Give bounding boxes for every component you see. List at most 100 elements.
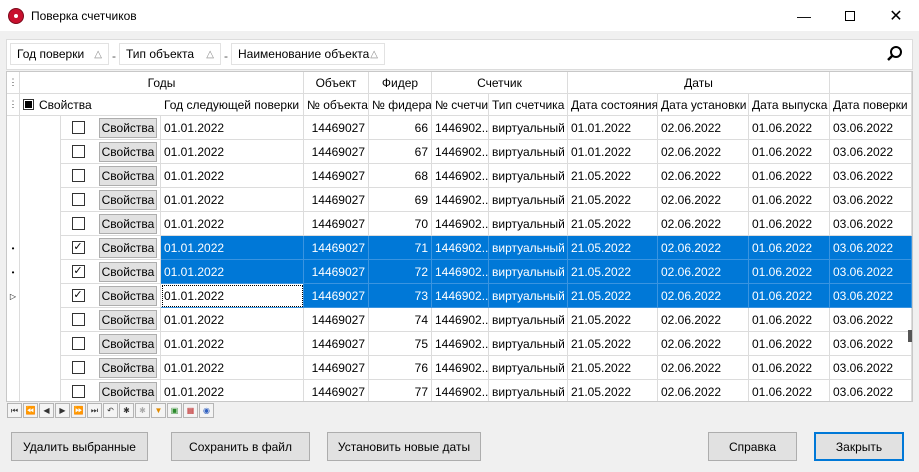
- append-icon[interactable]: ✱: [119, 403, 134, 418]
- vertical-scrollbar-thumb[interactable]: [908, 330, 912, 342]
- cell-feeder-number[interactable]: 68: [369, 164, 432, 188]
- col-next-verification-year[interactable]: Год следующей поверки: [161, 94, 304, 116]
- col-object-number[interactable]: № объекта: [304, 94, 369, 116]
- cell-meter-number[interactable]: 1446902...: [432, 236, 489, 260]
- cell-verification-date[interactable]: 03.06.2022: [830, 212, 912, 236]
- properties-button[interactable]: Свойства: [99, 333, 157, 354]
- table-row[interactable]: ▷ ✓ Свойства 01.01.2022 14469027 73 1446902...…: [7, 284, 912, 308]
- cell-state-date[interactable]: 21.05.2022: [568, 188, 658, 212]
- cell-verification-date[interactable]: 03.06.2022: [830, 116, 912, 140]
- cell-next-verification-year[interactable]: 01.01.2022: [161, 236, 304, 260]
- col-release-date[interactable]: Дата выпуска: [749, 94, 830, 116]
- col-install-date[interactable]: Дата установки: [658, 94, 749, 116]
- cell-object-number[interactable]: 14469027: [304, 236, 369, 260]
- cell-verification-date[interactable]: 03.06.2022: [830, 188, 912, 212]
- cell-feeder-number[interactable]: 75: [369, 332, 432, 356]
- export-icon[interactable]: ▣: [167, 403, 182, 418]
- properties-button[interactable]: Свойства: [99, 237, 157, 258]
- cell-release-date[interactable]: 01.06.2022: [749, 164, 830, 188]
- row-checkbox[interactable]: [71, 217, 85, 230]
- cell-verification-date[interactable]: 03.06.2022: [830, 308, 912, 332]
- help-button[interactable]: Справка: [708, 432, 797, 461]
- cell-meter-type[interactable]: виртуальный: [489, 116, 568, 140]
- cell-next-verification-year[interactable]: 01.01.2022: [161, 284, 304, 308]
- cell-next-verification-year[interactable]: 01.01.2022: [161, 356, 304, 380]
- cell-next-verification-year[interactable]: 01.01.2022: [161, 140, 304, 164]
- cell-release-date[interactable]: 01.06.2022: [749, 380, 830, 401]
- properties-button[interactable]: Свойства: [99, 357, 157, 378]
- cell-state-date[interactable]: 21.05.2022: [568, 236, 658, 260]
- properties-button[interactable]: Свойства: [99, 213, 157, 234]
- table-row[interactable]: Свойства 01.01.2022 14469027 70 1446902... ви…: [7, 212, 912, 236]
- properties-button[interactable]: Свойства: [99, 165, 157, 186]
- cell-object-number[interactable]: 14469027: [304, 308, 369, 332]
- cell-meter-number[interactable]: 1446902...: [432, 284, 489, 308]
- cell-state-date[interactable]: 21.05.2022: [568, 356, 658, 380]
- undo-icon[interactable]: ↶: [103, 403, 118, 418]
- cell-install-date[interactable]: 02.06.2022: [658, 284, 749, 308]
- cell-state-date[interactable]: 21.05.2022: [568, 380, 658, 401]
- cell-meter-type[interactable]: виртуальный: [489, 260, 568, 284]
- cell-next-verification-year[interactable]: 01.01.2022: [161, 308, 304, 332]
- row-checkbox[interactable]: [71, 145, 85, 158]
- cell-meter-number[interactable]: 1446902...: [432, 356, 489, 380]
- cell-feeder-number[interactable]: 72: [369, 260, 432, 284]
- group-chip-object-name[interactable]: Наименование объекта △: [231, 43, 385, 65]
- last-record-icon[interactable]: ⏭: [87, 403, 102, 418]
- cell-meter-type[interactable]: виртуальный: [489, 332, 568, 356]
- cell-state-date[interactable]: 21.05.2022: [568, 332, 658, 356]
- view-icon[interactable]: ◉: [199, 403, 214, 418]
- col-state-date[interactable]: Дата состояния: [568, 94, 658, 116]
- table-row[interactable]: • ✓ Свойства 01.01.2022 14469027 72 1446902...…: [7, 260, 912, 284]
- cell-install-date[interactable]: 02.06.2022: [658, 236, 749, 260]
- cell-install-date[interactable]: 02.06.2022: [658, 260, 749, 284]
- cell-object-number[interactable]: 14469027: [304, 356, 369, 380]
- close-window-button[interactable]: ✕: [873, 0, 919, 31]
- cell-state-date[interactable]: 21.05.2022: [568, 212, 658, 236]
- cell-object-number[interactable]: 14469027: [304, 188, 369, 212]
- row-checkbox[interactable]: ✓: [71, 241, 85, 254]
- table-row[interactable]: Свойства 01.01.2022 14469027 77 1446902... ви…: [7, 380, 912, 401]
- col-verification-date[interactable]: Дата поверки: [830, 94, 912, 116]
- cell-feeder-number[interactable]: 73: [369, 284, 432, 308]
- cell-verification-date[interactable]: 03.06.2022: [830, 140, 912, 164]
- close-button[interactable]: Закрыть: [814, 432, 904, 461]
- cell-meter-number[interactable]: 1446902...: [432, 212, 489, 236]
- properties-button[interactable]: Свойства: [99, 117, 157, 138]
- row-checkbox[interactable]: ✓: [71, 265, 85, 278]
- col-feeder-number[interactable]: № фидера: [369, 94, 432, 116]
- cell-meter-number[interactable]: 1446902...: [432, 308, 489, 332]
- cell-release-date[interactable]: 01.06.2022: [749, 116, 830, 140]
- set-new-dates-button[interactable]: Установить новые даты: [327, 432, 481, 461]
- delete-icon[interactable]: ✱: [135, 403, 150, 418]
- cell-feeder-number[interactable]: 77: [369, 380, 432, 401]
- cell-object-number[interactable]: 14469027: [304, 260, 369, 284]
- cell-meter-number[interactable]: 1446902...: [432, 116, 489, 140]
- filter-icon[interactable]: ▼: [151, 403, 166, 418]
- row-checkbox[interactable]: [71, 121, 85, 134]
- cell-meter-type[interactable]: виртуальный: [489, 236, 568, 260]
- cell-object-number[interactable]: 14469027: [304, 332, 369, 356]
- cell-verification-date[interactable]: 03.06.2022: [830, 284, 912, 308]
- cell-next-verification-year[interactable]: 01.01.2022: [161, 164, 304, 188]
- cell-install-date[interactable]: 02.06.2022: [658, 188, 749, 212]
- row-checkbox[interactable]: ✓: [71, 289, 85, 302]
- cell-release-date[interactable]: 01.06.2022: [749, 236, 830, 260]
- cell-install-date[interactable]: 02.06.2022: [658, 380, 749, 401]
- cell-install-date[interactable]: 02.06.2022: [658, 332, 749, 356]
- cell-state-date[interactable]: 21.05.2022: [568, 164, 658, 188]
- cell-meter-number[interactable]: 1446902...: [432, 380, 489, 401]
- cell-feeder-number[interactable]: 67: [369, 140, 432, 164]
- cell-verification-date[interactable]: 03.06.2022: [830, 260, 912, 284]
- cell-meter-type[interactable]: виртуальный: [489, 284, 568, 308]
- cell-feeder-number[interactable]: 69: [369, 188, 432, 212]
- cell-meter-number[interactable]: 1446902...: [432, 140, 489, 164]
- select-all-checkbox[interactable]: [23, 99, 34, 110]
- cell-meter-type[interactable]: виртуальный: [489, 188, 568, 212]
- prev-record-icon[interactable]: ◀: [39, 403, 54, 418]
- col-meter-number[interactable]: № счетчика: [432, 94, 489, 116]
- table-row[interactable]: Свойства 01.01.2022 14469027 69 1446902... ви…: [7, 188, 912, 212]
- properties-button[interactable]: Свойства: [99, 261, 157, 282]
- first-record-icon[interactable]: ⏮: [7, 403, 22, 418]
- table-row[interactable]: Свойства 01.01.2022 14469027 74 1446902... ви…: [7, 308, 912, 332]
